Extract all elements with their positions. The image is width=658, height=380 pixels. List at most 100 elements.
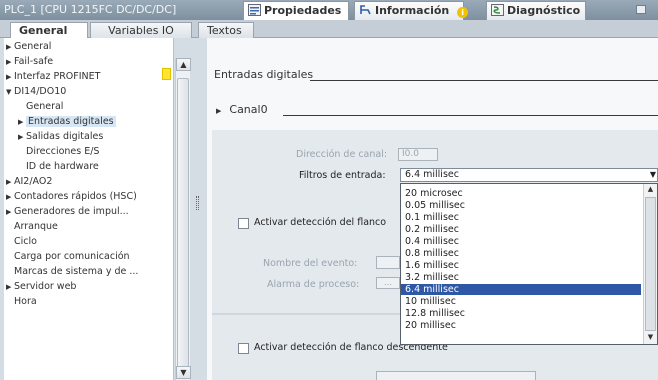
tab-general[interactable]: General: [10, 22, 88, 39]
channel-address-label: Dirección de canal:: [296, 149, 388, 160]
tree-item-label: Ciclo: [14, 236, 37, 247]
properties-icon: [248, 4, 261, 16]
tab-propiedades-label: Propiedades: [264, 4, 342, 17]
filter-option[interactable]: 3.2 millisec: [405, 272, 635, 283]
tree-item-label: General: [14, 41, 52, 52]
tree-item-ai2-ao2[interactable]: ▶ AI2/AO2: [6, 175, 52, 189]
tab-propiedades[interactable]: Propiedades: [243, 1, 349, 20]
filter-option[interactable]: 12.8 millisec: [405, 308, 635, 319]
scroll-down-icon[interactable]: ▼: [176, 366, 191, 379]
tree-item-system-markers[interactable]: Marcas de sistema y de ...: [6, 265, 138, 279]
input-filter-label: Filtros de entrada:: [299, 170, 386, 181]
tree-item-hardware-id[interactable]: ID de hardware: [18, 160, 99, 174]
tree-item-label: Marcas de sistema y de ...: [14, 266, 139, 277]
falling-edge-checkbox[interactable]: [238, 343, 249, 354]
property-tabstrip: General Variables IO Textos: [0, 20, 658, 39]
tree-item-label: Entradas digitales: [26, 116, 116, 127]
tree-item-label: ID de hardware: [26, 161, 99, 172]
filter-option[interactable]: 0.1 millisec: [405, 212, 635, 223]
channel-title-label: Canal0: [229, 103, 268, 116]
tree-item-di-general[interactable]: General: [18, 100, 63, 114]
tab-variables-io[interactable]: Variables IO: [90, 22, 192, 38]
event-name-label: Nombre del evento:: [263, 258, 358, 269]
scroll-up-icon[interactable]: ▲: [644, 184, 657, 195]
scroll-up-icon[interactable]: ▲: [176, 58, 191, 71]
expand-arrow-icon: ▶: [6, 208, 12, 216]
tree-item-label: Fail-safe: [14, 56, 54, 67]
tree-item-entradas-digitales[interactable]: ▶ Entradas digitales: [18, 115, 116, 129]
options-scrollbar[interactable]: ▲ ▼: [643, 184, 657, 344]
tab-informacion[interactable]: Información i: [354, 1, 469, 20]
tree-item-direcciones[interactable]: Direcciones E/S: [18, 145, 99, 159]
filter-option[interactable]: 0.05 millisec: [405, 200, 635, 211]
input-filter-options: 20 microsec 0.05 millisec 0.1 millisec 0…: [400, 183, 658, 345]
tree-item-label: Direcciones E/S: [26, 146, 100, 157]
tree-item-general[interactable]: ▶ General: [6, 40, 51, 54]
tab-general-label: General: [19, 24, 68, 37]
diagnostics-icon: [491, 4, 504, 16]
tree-item-profinet[interactable]: ▶ Interfaz PROFINET: [6, 70, 100, 84]
tree-item-hsc[interactable]: ▶ Contadores rápidos (HSC): [6, 190, 137, 204]
rising-edge-checkbox[interactable]: [238, 218, 249, 229]
filter-option[interactable]: 0.2 millisec: [405, 224, 635, 235]
inspector-titlebar: PLC_1 [CPU 1215FC DC/DC/DC] Propiedades …: [0, 0, 658, 20]
channel-title[interactable]: ▶ Canal0: [216, 103, 268, 116]
tree-item-label: Contadores rápidos (HSC): [14, 191, 137, 202]
channel-divider: [283, 115, 658, 116]
process-alarm-field: …: [376, 277, 400, 289]
tree-item-comm-load[interactable]: Carga por comunicación: [6, 250, 130, 264]
channel-arrow-icon: ▶: [216, 107, 222, 115]
filter-option[interactable]: 0.8 millisec: [405, 248, 635, 259]
options-scroll-thumb[interactable]: [645, 197, 656, 331]
window-control-icon[interactable]: [636, 5, 646, 14]
filter-option-selected[interactable]: 6.4 millisec: [401, 284, 641, 295]
tab-textos-label: Textos: [207, 24, 242, 37]
tree-scrollbar[interactable]: ▲ ▼: [175, 58, 191, 380]
tree-item-label: Carga por comunicación: [14, 251, 130, 262]
tree-item-pulse-generators[interactable]: ▶ Generadores de impul...: [6, 205, 129, 219]
expand-arrow-icon: ▶: [18, 118, 24, 126]
expand-arrow-icon: ▶: [6, 283, 12, 291]
expand-arrow-icon: ▶: [6, 43, 12, 51]
splitter-grip-icon[interactable]: [196, 196, 199, 210]
tree-item-label: DI14/DO10: [14, 86, 67, 97]
input-filter-value: 6.4 millisec: [405, 169, 459, 180]
tree-item-di14-do10[interactable]: ▼ DI14/DO10: [6, 85, 66, 99]
tab-textos[interactable]: Textos: [198, 22, 254, 38]
tree-item-web-server[interactable]: ▶ Servidor web: [6, 280, 76, 294]
tree-item-label: Arranque: [14, 221, 58, 232]
process-alarm-label: Alarma de proceso:: [267, 279, 360, 290]
tree-item-label: Generadores de impul...: [14, 206, 129, 217]
chevron-down-icon[interactable]: ▼: [650, 169, 656, 181]
tree-item-hora[interactable]: Hora: [6, 295, 37, 309]
filter-option[interactable]: 10 millisec: [405, 296, 635, 307]
expand-arrow-icon: ▶: [6, 178, 12, 186]
navigation-tree: ▶ General ▶ Fail-safe ▶ Interfaz PROFINET ▼…: [4, 38, 174, 380]
filter-option[interactable]: 20 microsec: [405, 188, 635, 199]
scroll-thumb[interactable]: [177, 78, 189, 368]
tab-variables-io-label: Variables IO: [108, 24, 174, 37]
filter-option[interactable]: 0.4 millisec: [405, 236, 635, 247]
tree-item-ciclo[interactable]: Ciclo: [6, 235, 37, 249]
input-filter-select[interactable]: 6.4 millisec ▼: [400, 168, 658, 182]
tree-item-fail-safe[interactable]: ▶ Fail-safe: [6, 55, 53, 69]
tree-item-label: Interfaz PROFINET: [14, 71, 101, 82]
expand-arrow-icon: ▶: [18, 133, 24, 141]
tree-item-salidas-digitales[interactable]: ▶ Salidas digitales: [18, 130, 103, 144]
scroll-down-icon[interactable]: ▼: [644, 332, 657, 343]
tree-item-label: Servidor web: [14, 281, 77, 292]
tab-diagnostico[interactable]: Diagnóstico: [486, 1, 586, 20]
filter-option[interactable]: 20 millisec: [405, 320, 635, 331]
tree-item-label: Hora: [14, 296, 37, 307]
filter-option[interactable]: 1.6 millisec: [405, 260, 635, 271]
info-icon: [359, 4, 372, 16]
expand-arrow-icon: ▶: [6, 58, 12, 66]
expand-arrow-icon: ▶: [6, 193, 12, 201]
event-name-field: [376, 256, 400, 269]
section-title: Entradas digitales: [214, 68, 314, 81]
tab-informacion-label: Información: [375, 4, 450, 17]
collapse-arrow-icon: ▼: [6, 88, 12, 96]
tree-item-arranque[interactable]: Arranque: [6, 220, 58, 234]
info-badge-icon: i: [457, 7, 469, 18]
tree-item-label: AI2/AO2: [14, 176, 53, 187]
